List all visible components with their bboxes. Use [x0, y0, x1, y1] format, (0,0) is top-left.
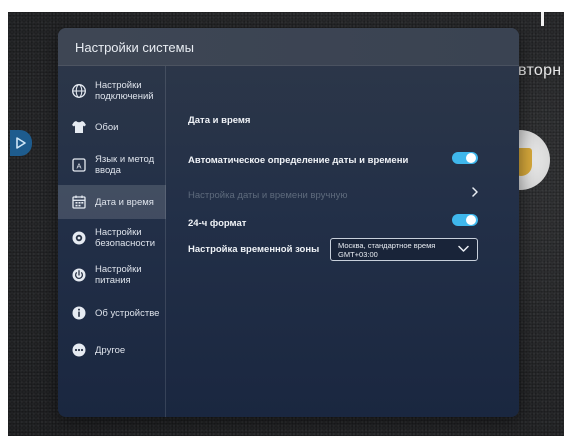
chevron-right-icon[interactable] — [471, 187, 479, 197]
format24-toggle[interactable] — [452, 214, 478, 226]
format24-label: 24-ч формат — [188, 218, 247, 229]
expand-sidebar-button[interactable] — [10, 130, 32, 156]
background-text: вторн — [518, 62, 562, 79]
calendar-icon — [71, 194, 87, 210]
sidebar-item-other[interactable]: Другое — [58, 333, 166, 367]
svg-text:A: A — [76, 161, 81, 170]
sidebar-item-about[interactable]: Об устройстве — [58, 296, 166, 330]
timezone-label: Настройка временной зоны — [188, 244, 320, 255]
timezone-select[interactable]: Москва, стандартное время GMT+03:00 — [330, 238, 478, 261]
section-title: Дата и время — [188, 115, 251, 126]
background-bar — [541, 12, 544, 26]
sidebar-item-security[interactable]: Настройки безопасности — [58, 221, 166, 255]
sidebar-item-label: Настройки питания — [95, 264, 142, 286]
keyboard-a-icon: A — [71, 157, 87, 173]
sidebar-item-label: Язык и метод ввода — [95, 154, 155, 176]
panel-title: Настройки системы — [75, 40, 194, 55]
sidebar-item-language[interactable]: A Язык и метод ввода — [58, 148, 166, 182]
sidebar-item-datetime[interactable]: Дата и время — [58, 185, 166, 219]
settings-content: Дата и время Автоматическое определение … — [166, 66, 519, 417]
sidebar-item-label: Настройки безопасности — [95, 227, 156, 249]
security-icon — [71, 230, 87, 246]
settings-sidebar: Настройки подключений Обои A Язык и мето… — [58, 66, 166, 417]
sidebar-item-label: Настройки подключений — [95, 80, 154, 102]
settings-panel: Настройки системы Настройки подключений … — [58, 28, 519, 417]
auto-datetime-label: Автоматическое определение даты и времен… — [188, 155, 409, 166]
shirt-icon — [71, 119, 87, 135]
timezone-value: Москва, стандартное время GMT+03:00 — [338, 241, 436, 259]
auto-datetime-toggle[interactable] — [452, 152, 478, 164]
globe-icon — [71, 83, 87, 99]
sidebar-item-label: Об устройстве — [95, 307, 160, 319]
sidebar-item-wallpaper[interactable]: Обои — [58, 110, 166, 144]
panel-header: Настройки системы — [58, 28, 519, 66]
sidebar-item-label: Дата и время — [95, 196, 154, 208]
info-icon — [71, 305, 87, 321]
manual-datetime-label: Настройка даты и времени вручную — [188, 190, 348, 201]
sidebar-item-label: Другое — [95, 344, 126, 356]
more-icon — [71, 342, 87, 358]
play-arrow-icon — [16, 137, 26, 149]
sidebar-item-label: Обои — [95, 121, 119, 133]
sidebar-item-power[interactable]: Настройки питания — [58, 258, 166, 292]
power-icon — [71, 267, 87, 283]
sidebar-item-connections[interactable]: Настройки подключений — [58, 74, 166, 108]
chevron-down-icon — [458, 245, 469, 252]
